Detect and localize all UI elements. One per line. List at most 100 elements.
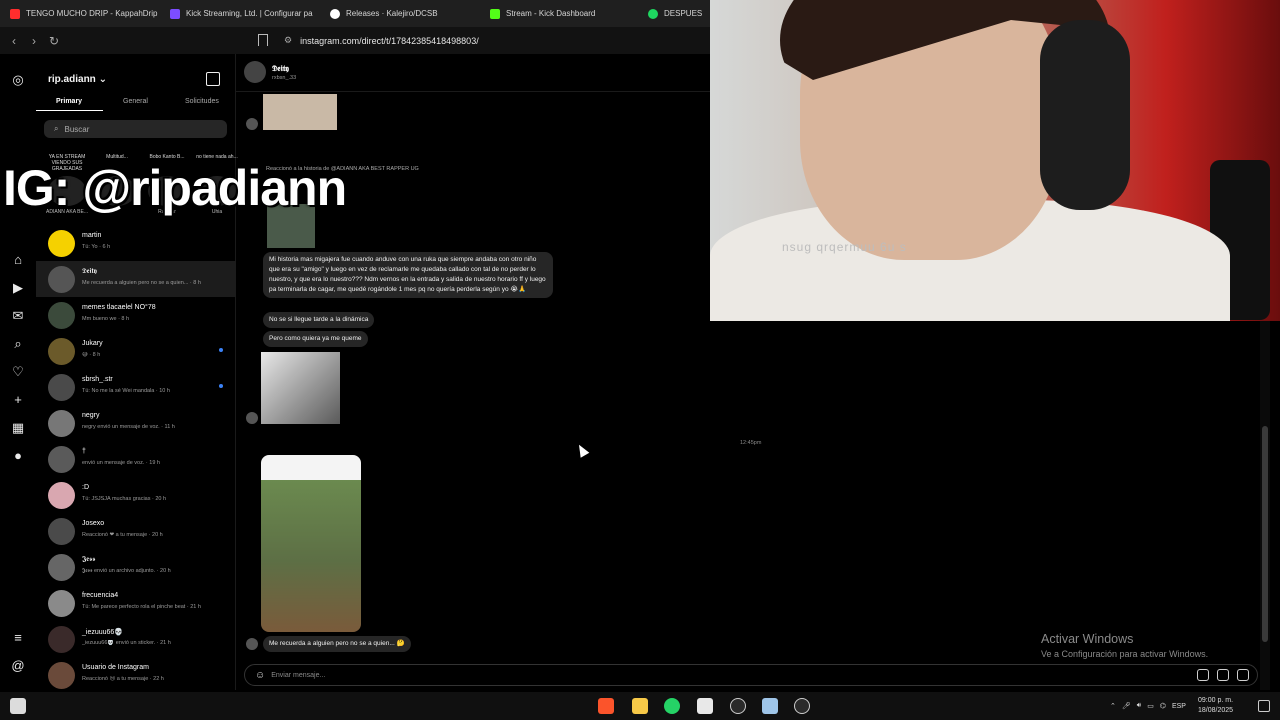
conversation-row[interactable]: 𝕵𝖊𝖘𝖘 𝕵𝖊𝖘𝖘 envió un archivo adjunto. · 20 … [36, 549, 236, 585]
message-input[interactable]: ☺ Enviar mensaje... [244, 664, 1258, 686]
search-icon: ⌕ [54, 124, 59, 133]
heart-icon[interactable]: ♡ [10, 364, 26, 380]
network-icon[interactable]: ⌬ [1160, 702, 1166, 710]
conversation-row[interactable]: 𝕯𝖊𝖎𝖙𝖞 Me recuerda a alguien pero no se a … [36, 261, 236, 297]
shared-image[interactable] [261, 352, 340, 424]
account-switcher[interactable]: rip.adiann ⌄ [48, 74, 107, 85]
avatar [48, 301, 75, 329]
image-icon[interactable] [1217, 669, 1229, 681]
inbox-tabs: Primary General Solicitudes [36, 94, 236, 112]
avatar [48, 517, 75, 545]
avatar [246, 638, 258, 650]
conversation-row[interactable]: Jukary 😅 · 8 h [36, 333, 236, 369]
message-timestamp: 12:45pm [740, 440, 762, 446]
site-settings-icon[interactable]: ⚙ [284, 35, 292, 46]
messages-icon[interactable]: ✉ [10, 308, 26, 324]
conversation-row[interactable]: Usuario de Instagram Reaccionó 😢 a tu men… [36, 657, 236, 693]
search-input[interactable]: ⌕ Buscar [44, 120, 227, 138]
conversation-preview: Tú: Me parece perfecto rola el pinche be… [82, 604, 201, 610]
browser-tab[interactable]: DESPUES [638, 0, 710, 27]
conversation-preview: Reaccionó ❤ a tu mensaje · 20 h [82, 532, 163, 538]
tab-primary[interactable]: Primary [56, 98, 82, 105]
conversation-name: _iezuuu66💀 [82, 629, 124, 636]
back-icon[interactable]: ‹ [4, 34, 24, 48]
nav-rail: ◎ ⌂ ▶ ✉ ⌕ ♡ + ▦ ● ≡ @ [0, 54, 36, 690]
headphones [1040, 20, 1130, 210]
shared-image[interactable] [263, 94, 337, 130]
webcam-overlay: nsug qrqermuu 6u s [710, 0, 1280, 321]
conversation-row[interactable]: Josexo Reaccionó ❤ a tu mensaje · 20 h [36, 513, 236, 549]
url-field[interactable]: ⚙ instagram.com/direct/t/178423854184988… [284, 27, 479, 54]
inbox-panel: rip.adiann ⌄ Primary General Solicitudes… [36, 54, 238, 693]
conversation-preview: Reaccionó 😢 a tu mensaje · 22 h [82, 676, 164, 682]
avatar [246, 118, 258, 130]
message-bubble: No se si llegue tarde a la dinámica [263, 312, 375, 328]
browser-tab[interactable]: Stream - Kick Dashboard [480, 0, 638, 27]
threads-icon[interactable]: @ [10, 658, 26, 674]
unread-dot [219, 384, 223, 388]
create-icon[interactable]: + [10, 392, 26, 408]
conversation-row[interactable]: :D Tú: JSJSJA muchas gracias · 20 h [36, 477, 236, 513]
activate-windows-watermark: Activar Windows Ve a Configuración para … [1041, 632, 1209, 659]
conversation-row[interactable]: sbrsh_.str Tú: No me la sé Wei mandala · … [36, 369, 236, 405]
taskbar: ⌃ 🎤︎ 🔊︎ ▭ ⌬ ESP 09:00 p. m. 18/08/2025 [0, 692, 1280, 720]
message-bubble: Pero como quiera ya me queme [263, 331, 368, 347]
speaker-icon[interactable]: 🔊︎ [1137, 702, 1141, 710]
search-icon[interactable]: ⌕ [10, 336, 26, 352]
reload-icon[interactable]: ↻ [44, 34, 64, 48]
profile-icon[interactable]: ● [10, 448, 26, 464]
emoji-icon[interactable]: ☺ [255, 670, 265, 681]
conversation-row[interactable]: frecuencia4 Tú: Me parece perfecto rola e… [36, 585, 236, 621]
avatar [48, 337, 75, 365]
file-explorer-icon[interactable] [632, 698, 648, 714]
conversation-row[interactable]: martin Tú: Yo · 6 h [36, 225, 236, 261]
obs-icon[interactable] [730, 698, 746, 714]
brave-icon[interactable] [598, 698, 614, 714]
system-tray: ⌃ 🎤︎ 🔊︎ ▭ ⌬ ESP [1110, 702, 1186, 710]
microphone-icon[interactable] [1197, 669, 1209, 681]
avatar [48, 265, 75, 293]
app-icon[interactable] [762, 698, 778, 714]
menu-icon[interactable]: ≡ [10, 630, 26, 646]
notifications-icon[interactable] [1258, 700, 1270, 712]
chevron-up-icon[interactable]: ⌃ [1110, 702, 1116, 710]
app-icon[interactable] [794, 698, 810, 714]
conversation-preview: negry envió un mensaje de voz. · 11 h [82, 424, 175, 430]
whatsapp-icon[interactable] [664, 698, 680, 714]
bookmark-icon[interactable] [258, 34, 268, 46]
conversation-name: negry [82, 412, 100, 419]
instagram-icon[interactable]: ◎ [10, 72, 26, 88]
unread-dot [219, 348, 223, 352]
forward-icon[interactable]: › [24, 34, 44, 48]
conversation-preview: 😅 · 8 h [82, 352, 101, 358]
conversation-preview: envió un mensaje de voz. · 19 h [82, 460, 160, 466]
avatar [48, 229, 75, 257]
home-icon[interactable]: ⌂ [10, 252, 26, 268]
avatar [48, 553, 75, 581]
tab-requests[interactable]: Solicitudes [185, 98, 219, 105]
dashboard-icon[interactable]: ▦ [10, 420, 26, 436]
github-icon [330, 8, 340, 19]
reels-icon[interactable]: ▶ [10, 280, 26, 296]
conversation-row[interactable]: negry negry envió un mensaje de voz. · 11… [36, 405, 236, 441]
conversation-preview: _iezuuu66💀 envió un sticker. · 21 h [82, 640, 171, 646]
app-icon[interactable] [697, 698, 713, 714]
browser-tab[interactable]: Releases · Kalejiro/DCSB [320, 0, 480, 27]
shared-post[interactable] [261, 455, 361, 632]
clock[interactable]: 09:00 p. m. 18/08/2025 [1198, 696, 1233, 716]
sticker-icon[interactable] [1237, 669, 1249, 681]
conversation-row[interactable]: _iezuuu66💀 _iezuuu66💀 envió un sticker. ·… [36, 621, 236, 657]
browser-tab[interactable]: Kick Streaming, Ltd. | Configurar pa [160, 0, 320, 27]
conversation-name: † [82, 448, 86, 455]
scrollbar-thumb[interactable] [1262, 426, 1268, 642]
windows-start-icon[interactable] [10, 698, 26, 714]
chat-header[interactable]: 𝕯𝖊𝖎𝖙𝖞 rxbsn_.33 [236, 54, 710, 92]
avatar [48, 481, 75, 509]
conversation-row[interactable]: memes tlacaelel NO°78 Mm bueno we · 8 h [36, 297, 236, 333]
display-icon[interactable]: ▭ [1147, 702, 1154, 710]
browser-tab[interactable]: TENGO MUCHO DRIP - KappahDrip [0, 0, 160, 27]
microphone-icon[interactable]: 🎤︎ [1122, 702, 1131, 710]
compose-icon[interactable] [206, 72, 220, 86]
tab-general[interactable]: General [123, 98, 148, 105]
conversation-row[interactable]: † envió un mensaje de voz. · 19 h [36, 441, 236, 477]
